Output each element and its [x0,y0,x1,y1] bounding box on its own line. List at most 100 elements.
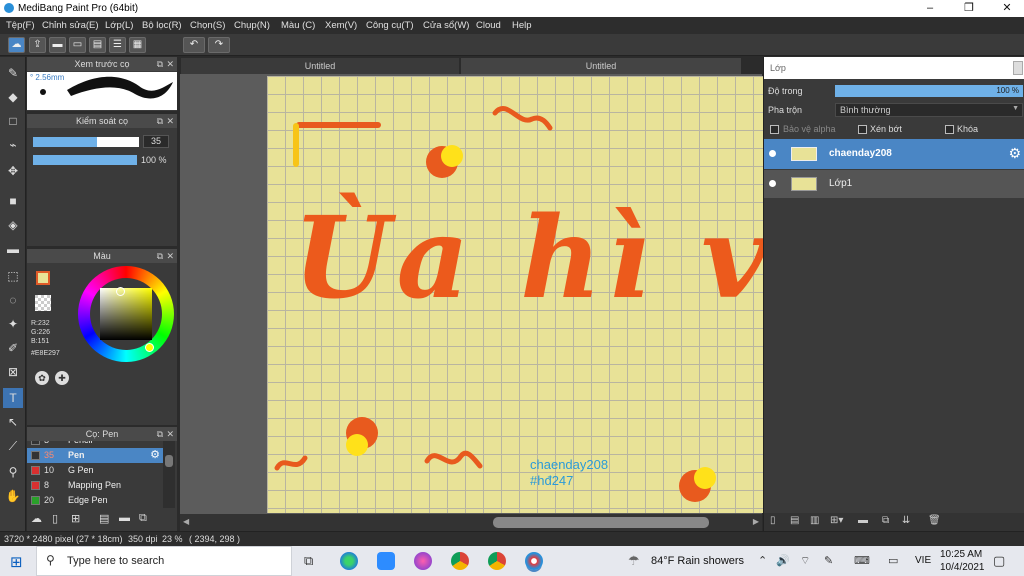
windows-start-icon[interactable]: ⊞ [10,553,23,571]
wifi-icon[interactable]: ⌔ [800,554,810,568]
hue-picker[interactable] [145,343,154,352]
edge-browser-icon[interactable] [340,552,358,570]
brush-folder-icon[interactable]: ▬ [119,512,130,524]
lasso-select-icon[interactable]: ◌ [3,290,23,310]
share-icon[interactable]: ⇪ [29,37,46,53]
brush-list-item[interactable]: 3 Pencil [27,441,163,448]
clipping-checkbox[interactable] [858,125,867,134]
rect-select-icon[interactable]: ⬚ [3,266,23,286]
undo-icon[interactable]: ↶ [183,37,205,53]
brush-list-item[interactable]: 8 Mapping Pen [27,478,163,493]
menu-select[interactable]: Chọn(S) [190,20,225,31]
screen-icon[interactable]: ▭ [888,554,898,567]
eyedropper-icon[interactable]: ⚲ [3,462,23,482]
lock-checkbox[interactable] [945,125,954,134]
visibility-icon[interactable] [769,180,776,187]
scroll-right-icon[interactable]: ▶ [753,517,759,526]
select-pen-icon[interactable]: ✐ [3,338,23,358]
minimize-button[interactable]: – [913,0,947,17]
menu-tools[interactable]: Công cụ(T) [366,20,414,31]
add-brush-icon[interactable]: ⊞ [71,512,80,525]
language-indicator[interactable]: VIE [915,555,931,566]
eraser-tool-icon[interactable]: ◆ [3,87,23,107]
layer-item[interactable]: Lớp1 [764,170,1024,198]
close-panel-icon[interactable]: ✕ [166,114,174,128]
panel-scroll-icon[interactable] [1013,61,1023,75]
brush-copy-icon[interactable]: ⧉ [139,512,147,525]
new-brush-icon[interactable]: ▯ [52,512,58,525]
sv-picker[interactable] [116,287,125,296]
menu-edit[interactable]: Chỉnh sửa(E) [42,20,99,31]
magic-wand-icon[interactable]: ✦ [3,314,23,334]
menu-cloud[interactable]: Cloud [476,20,501,31]
show-hidden-icon[interactable]: ⌃ [758,554,767,567]
popout-icon[interactable]: ⧉ [157,427,163,441]
divide-tool-icon[interactable]: ⊠ [3,362,23,382]
menu-window[interactable]: Cửa sổ(W) [423,20,469,31]
keyboard-icon[interactable]: ⌨ [854,554,870,567]
taskbar-search-box[interactable]: ⚲ Type here to search [36,546,292,576]
hand-tool-icon[interactable]: ✋ [3,486,23,506]
grid-icon[interactable]: ▦ [129,37,146,53]
brush-select-icon[interactable]: ⌁ [3,135,23,155]
menu-filter[interactable]: Bộ lọc(R) [142,20,182,31]
notification-icon[interactable]: ▢ [993,553,1005,569]
brush-list-item[interactable]: 35 Pen ⚙ [27,448,163,463]
maximize-button[interactable]: ❐ [952,0,986,17]
merge-down-icon[interactable]: ⇊ [902,515,910,526]
text-tool-icon[interactable]: T [3,388,23,408]
brush-cloud-icon[interactable]: ☁ [31,512,42,525]
visibility-icon[interactable] [769,150,776,157]
brush-settings-icon[interactable]: ▤ [99,512,109,525]
canvas-paper[interactable]: Ùa hì vẹ chaenday208 #hđ247 [267,76,763,513]
menu-color[interactable]: Màu (C) [281,20,315,31]
clock-date[interactable]: 10/4/2021 [940,562,985,573]
bucket-tool-icon[interactable]: ◈ [3,215,23,235]
new-1bit-layer-icon[interactable]: ▥ [810,515,819,526]
brush-list-item[interactable]: 20 Edge Pen [27,493,163,508]
layer-item[interactable]: chaenday208 ⚙ [764,139,1024,169]
dot-tool-icon[interactable]: □ [3,111,23,131]
menu-view[interactable]: Xem(V) [325,20,357,31]
opacity-slider[interactable] [33,155,137,165]
team-icon[interactable]: ▭ [69,37,86,53]
menu-file[interactable]: Tệp(F) [6,20,35,31]
primary-color-swatch[interactable] [36,271,50,285]
blend-mode-select[interactable]: Bình thường ▼ [835,103,1023,117]
close-panel-icon[interactable]: ✕ [166,57,174,71]
operation-tool-icon[interactable]: ↖ [3,412,23,432]
redo-icon[interactable]: ↷ [208,37,230,53]
transparent-swatch[interactable] [35,295,51,311]
tab-untitled-1[interactable]: Untitled [181,58,459,74]
gradient-tool-icon[interactable]: ▬ [3,239,23,259]
clock-time[interactable]: 10:25 AM [940,549,982,560]
folder-icon[interactable]: ▬ [858,515,868,526]
saturation-square[interactable] [100,288,152,340]
close-button[interactable]: ✕ [990,0,1024,17]
palette-icon[interactable]: ✿ [35,371,49,385]
duplicate-layer-icon[interactable]: ⧉ [882,515,889,526]
add-layer-menu-icon[interactable]: ⊞▾ [830,515,843,526]
move-tool-icon[interactable]: ✥ [3,161,23,181]
tab-untitled-2[interactable]: Untitled [461,58,741,74]
fill-shape-icon[interactable]: ■ [3,191,23,211]
brush-list-scrollbar[interactable] [163,441,175,508]
comment-icon[interactable]: ▬ [49,37,66,53]
gear-icon[interactable]: ⚙ [1008,145,1021,162]
menu-layer[interactable]: Lớp(L) [105,20,133,31]
layer-opacity-slider[interactable]: 100 % [835,85,1023,97]
chrome-icon[interactable] [451,552,469,570]
paint-app-icon[interactable] [414,552,432,570]
size-value[interactable]: 35 [143,135,169,148]
new-halftone-layer-icon[interactable]: ▤ [790,515,799,526]
protect-alpha-checkbox[interactable] [770,125,779,134]
brush-list-item[interactable]: 10 G Pen [27,463,163,478]
pen-icon[interactable]: ✎ [824,554,833,567]
popout-icon[interactable]: ⧉ [157,249,163,263]
trash-icon[interactable]: 🗑 [928,515,941,526]
size-slider[interactable] [33,137,139,147]
menu-capture[interactable]: Chụp(N) [234,20,270,31]
list-icon[interactable]: ☰ [109,37,126,53]
gear-icon[interactable]: ⚙ [150,448,160,461]
brush-tool-icon[interactable]: ✎ [3,63,23,83]
